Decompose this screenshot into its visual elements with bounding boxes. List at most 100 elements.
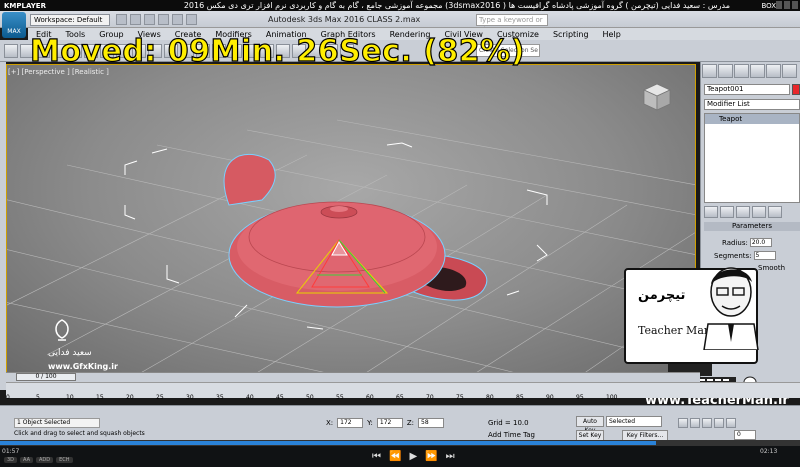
menu-help[interactable]: Help [603, 30, 621, 39]
play-icon[interactable]: ▶ [409, 451, 417, 462]
track-tick-label: 85 [516, 394, 524, 401]
viewport-label[interactable]: [+] [Perspective ] [Realistic ] [8, 68, 109, 76]
search-input[interactable]: Type a keyword or phrase [476, 14, 548, 34]
grid-size: Grid = 10.0 [488, 419, 529, 427]
player-title-bar: KMPLAYER مجموعه آموزشی جامع ، گام به گام… [0, 0, 800, 11]
workspace-dropdown[interactable]: Workspace: Default [30, 14, 110, 26]
viewport-scene [7, 119, 695, 373]
track-tick-label: 35 [216, 394, 224, 401]
radius-spinner[interactable]: 20.0 [749, 238, 772, 247]
go-to-start-icon[interactable] [678, 418, 688, 428]
app-title: Autodesk 3ds Max 2016 CLASS 2.max [268, 15, 421, 24]
previous-track-icon[interactable]: ⏮ [372, 451, 381, 462]
create-tab-icon[interactable] [702, 64, 717, 78]
save-file-icon[interactable] [144, 14, 155, 25]
track-tick-label: 5 [36, 394, 40, 401]
track-tick-label: 75 [456, 394, 464, 401]
motion-tab-icon[interactable] [750, 64, 765, 78]
teacher-portrait [703, 267, 759, 350]
fast-forward-icon[interactable]: ⏩ [425, 451, 437, 462]
track-tick-label: 100 [606, 394, 618, 401]
modifier-stack-item[interactable]: Teapot [705, 114, 799, 124]
z-coordinate-field[interactable]: 58 [418, 418, 445, 428]
watermark-url: www.GfxKing.ir [48, 362, 118, 371]
player-logo: KMPLAYER [4, 1, 46, 10]
go-to-end-icon[interactable] [726, 418, 736, 428]
modifier-list-dropdown[interactable]: Modifier List [704, 99, 800, 110]
selection-status: 1 Object Selected [14, 418, 100, 428]
player-seek-fill [0, 441, 656, 445]
project-folder-icon[interactable] [186, 14, 197, 25]
player-box-label[interactable]: BOX [761, 2, 776, 10]
object-color-swatch[interactable] [792, 84, 800, 95]
undo-icon[interactable] [4, 44, 18, 58]
hierarchy-tab-icon[interactable] [734, 64, 749, 78]
show-end-result-icon[interactable] [720, 206, 734, 218]
z-label: Z: [406, 419, 415, 427]
player-total-time: 02:13 [760, 448, 778, 455]
redo-icon[interactable] [172, 14, 183, 25]
viewcube-icon[interactable] [640, 80, 674, 114]
rewind-icon[interactable]: ⏪ [389, 451, 401, 462]
configure-sets-icon[interactable] [768, 206, 782, 218]
auto-key-button[interactable]: Auto Key [576, 416, 604, 434]
player-badge[interactable]: 3D [4, 457, 18, 463]
track-tick-label: 25 [156, 394, 164, 401]
track-tick-label: 15 [96, 394, 104, 401]
make-unique-icon[interactable] [736, 206, 750, 218]
menu-scripting[interactable]: Scripting [553, 30, 589, 39]
track-tick-label: 30 [186, 394, 194, 401]
segments-label: Segments: [714, 251, 752, 260]
segments-spinner[interactable]: 5 [753, 251, 776, 260]
radius-label: Radius: [722, 238, 748, 247]
track-tick-label: 50 [306, 394, 314, 401]
time-slider[interactable] [6, 372, 700, 382]
application-button[interactable]: MAX [2, 12, 26, 38]
utilities-tab-icon[interactable] [782, 64, 797, 78]
previous-frame-icon[interactable] [690, 418, 700, 428]
seek-overlay-text: Moved: 09Min. 26Sec. (82%) [29, 33, 525, 69]
add-time-tag-button[interactable]: Add Time Tag [488, 431, 535, 439]
new-file-icon[interactable] [116, 14, 127, 25]
minimize-icon[interactable] [776, 1, 782, 9]
track-tick-label: 90 [546, 394, 554, 401]
teapot-mesh[interactable] [223, 153, 488, 308]
modifier-stack[interactable] [704, 113, 800, 203]
player-badge[interactable]: ECH [56, 457, 73, 463]
time-slider-thumb[interactable]: 0 / 100 [16, 373, 76, 381]
player-badge[interactable]: AA [20, 457, 34, 463]
track-tick-label: 40 [246, 394, 254, 401]
track-tick-label: 10 [66, 394, 74, 401]
parameters-rollout-header[interactable]: Parameters [704, 222, 800, 231]
pin-stack-icon[interactable] [704, 206, 718, 218]
modify-tab-icon[interactable] [718, 64, 733, 78]
player-badge[interactable]: ADD [36, 457, 54, 463]
quick-access-toolbar [116, 14, 197, 25]
perspective-viewport[interactable] [6, 64, 696, 374]
y-coordinate-field[interactable]: 172 [376, 418, 403, 428]
next-frame-icon[interactable] [714, 418, 724, 428]
track-tick-label: 95 [576, 394, 584, 401]
command-panel-tabs [702, 64, 797, 78]
track-tick-label: 55 [336, 394, 344, 401]
x-coordinate-field[interactable]: 172 [337, 418, 364, 428]
maximize-icon[interactable] [784, 1, 790, 9]
teacher-logo: تیچرمن [638, 288, 686, 303]
next-track-icon[interactable]: ⏭ [446, 451, 455, 462]
remove-modifier-icon[interactable] [752, 206, 766, 218]
display-tab-icon[interactable] [766, 64, 781, 78]
current-frame-field[interactable]: 0 [734, 430, 756, 440]
track-tick-label: 0 [6, 394, 10, 401]
radius-row: Radius: 20.0 [722, 238, 772, 247]
prompt-line: Click and drag to select and squash obje… [14, 430, 145, 437]
close-icon[interactable] [792, 1, 798, 9]
play-icon[interactable] [702, 418, 712, 428]
player-window-buttons[interactable] [776, 1, 798, 9]
key-mode-dropdown[interactable]: Selected [606, 416, 662, 427]
object-name-field[interactable]: Teapot001 [704, 84, 790, 95]
x-label: X: [326, 419, 334, 427]
player-badges: 3D AA ADD ECH [4, 457, 73, 463]
open-file-icon[interactable] [130, 14, 141, 25]
undo-icon[interactable] [158, 14, 169, 25]
smooth-checkbox-label[interactable]: Smooth [758, 264, 785, 272]
